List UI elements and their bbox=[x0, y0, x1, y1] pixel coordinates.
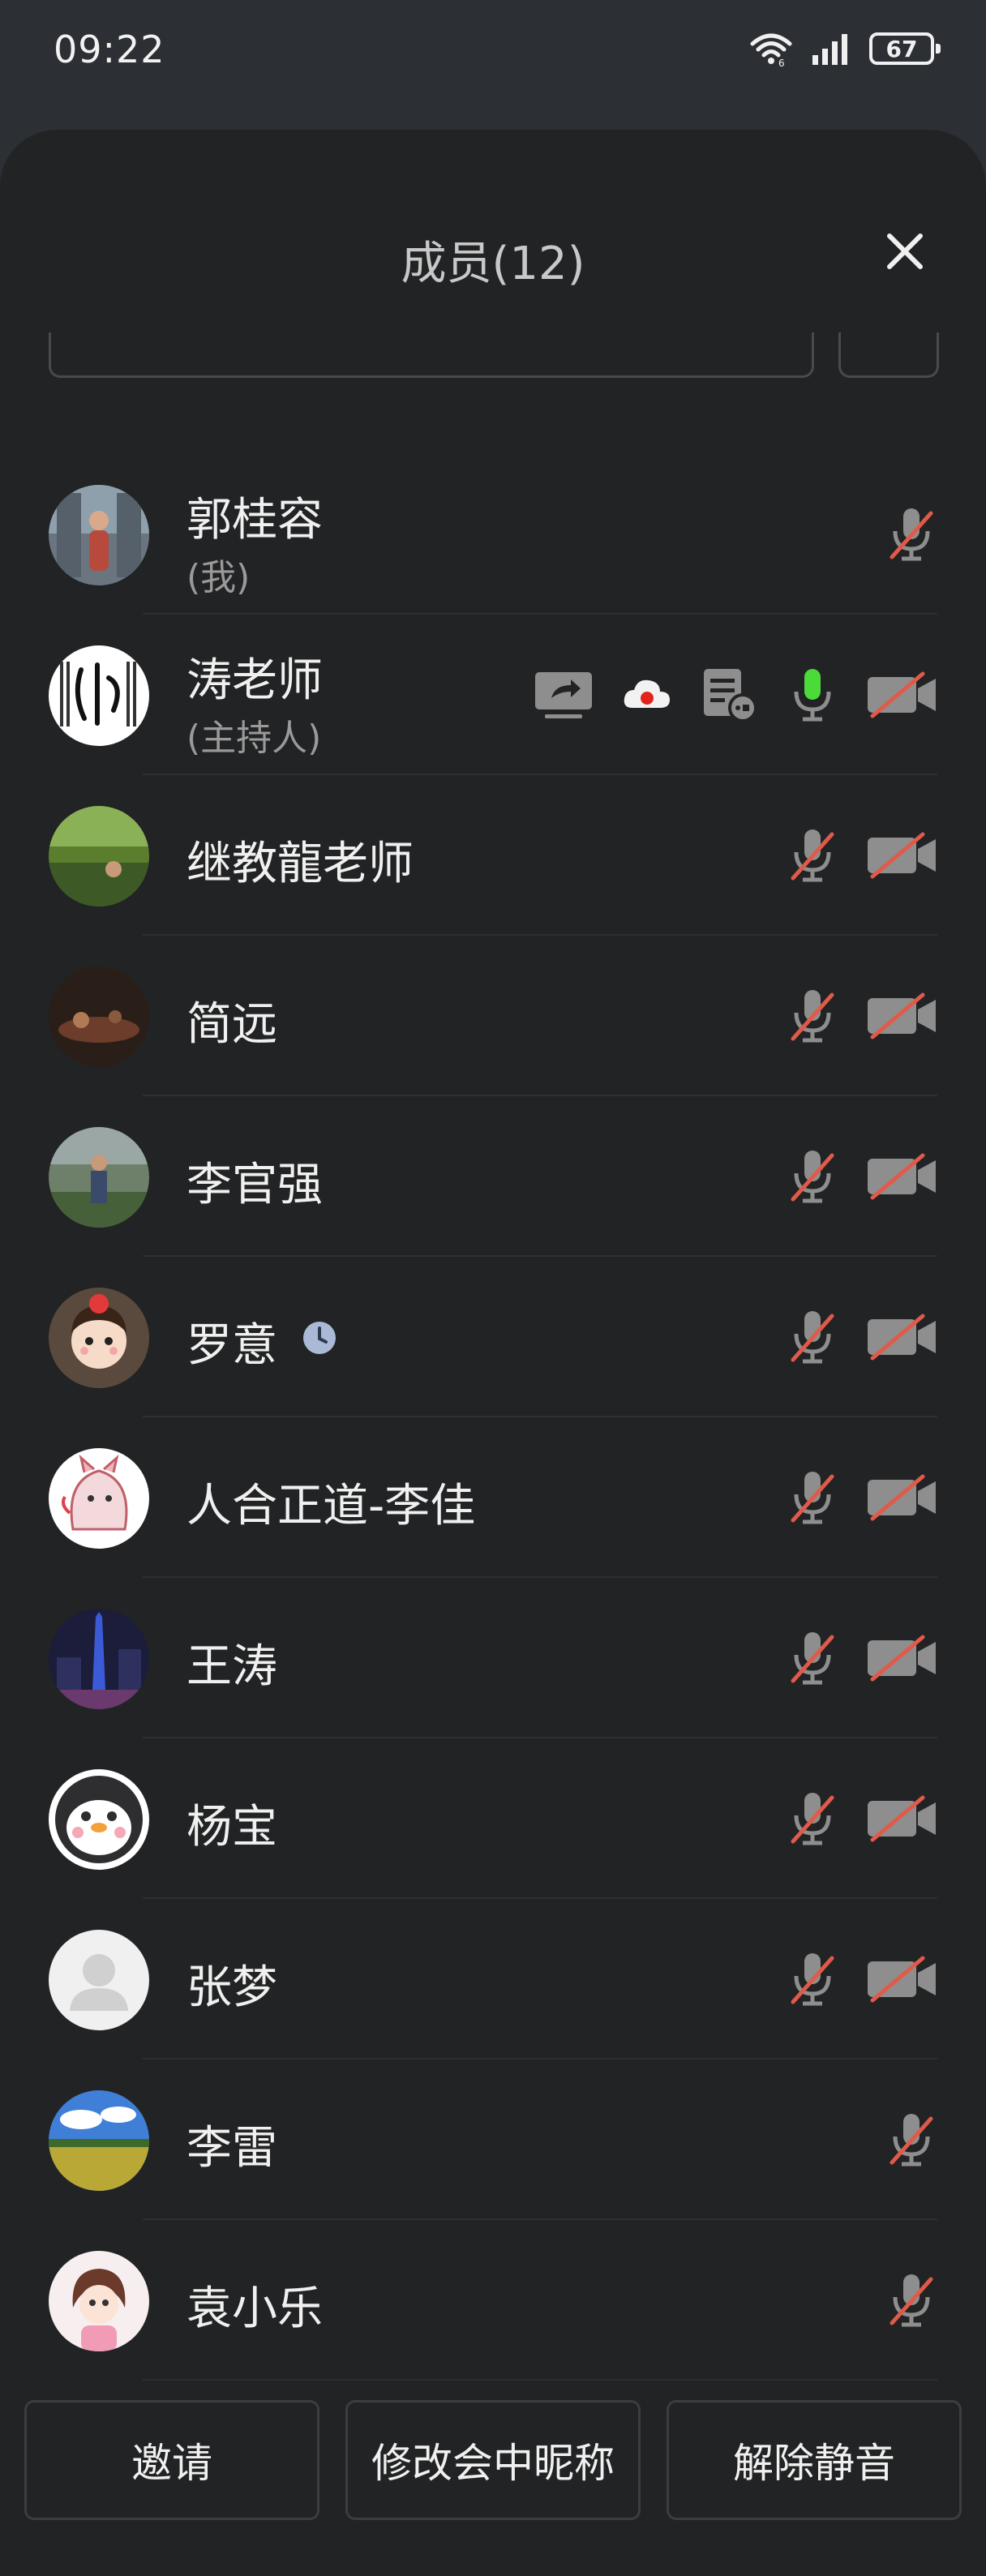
close-button[interactable] bbox=[872, 219, 937, 284]
unmute-button[interactable]: 解除静音 bbox=[667, 2400, 962, 2520]
member-controls bbox=[787, 1578, 937, 1738]
avatar bbox=[49, 1769, 149, 1870]
camera-off-icon[interactable] bbox=[866, 1152, 937, 1201]
avatar bbox=[49, 1609, 149, 1709]
member-row[interactable]: 李官强 bbox=[0, 1096, 986, 1257]
mic-muted-icon[interactable] bbox=[787, 1308, 838, 1366]
status-time: 09:22 bbox=[54, 28, 165, 71]
mic-muted-icon[interactable] bbox=[787, 1950, 838, 2008]
member-controls bbox=[787, 775, 937, 936]
screen-share-icon[interactable] bbox=[534, 669, 594, 721]
member-controls bbox=[534, 615, 937, 775]
member-controls bbox=[787, 1257, 937, 1417]
battery-icon: 67 bbox=[869, 32, 941, 65]
mic-muted-icon[interactable] bbox=[787, 1789, 838, 1848]
member-name: 李雷 bbox=[186, 2122, 277, 2175]
mic-muted-icon[interactable] bbox=[787, 1147, 838, 1206]
avatar bbox=[49, 1127, 149, 1228]
member-row[interactable]: 张梦 bbox=[0, 1899, 986, 2060]
rename-button[interactable]: 修改会中昵称 bbox=[345, 2400, 641, 2520]
mic-muted-icon[interactable] bbox=[787, 1629, 838, 1687]
svg-text:6: 6 bbox=[778, 58, 785, 66]
member-controls bbox=[787, 936, 937, 1096]
avatar bbox=[49, 1930, 149, 2030]
avatar bbox=[49, 485, 149, 585]
member-name: 王涛 bbox=[186, 1640, 277, 1693]
member-controls bbox=[885, 454, 937, 615]
member-row[interactable]: 简远 bbox=[0, 936, 986, 1096]
avatar bbox=[49, 1448, 149, 1549]
member-controls bbox=[787, 1096, 937, 1257]
camera-off-icon[interactable] bbox=[866, 671, 937, 719]
member-row[interactable]: 杨宝 bbox=[0, 1738, 986, 1899]
member-row[interactable]: 李雷 bbox=[0, 2060, 986, 2220]
signal-icon bbox=[812, 34, 847, 65]
member-name: 张梦 bbox=[186, 1961, 277, 2014]
avatar bbox=[49, 967, 149, 1067]
bottom-action-bar: 邀请 修改会中昵称 解除静音 bbox=[0, 2400, 986, 2576]
member-name: 罗意 bbox=[186, 1319, 277, 1372]
avatar bbox=[49, 2090, 149, 2191]
document-icon[interactable] bbox=[701, 667, 759, 722]
search-input[interactable] bbox=[49, 332, 814, 378]
avatar bbox=[49, 645, 149, 746]
row-divider bbox=[143, 2379, 937, 2381]
filter-button[interactable] bbox=[838, 332, 939, 378]
member-name: 简远 bbox=[186, 998, 277, 1051]
member-name: 郭桂容 bbox=[186, 494, 323, 546]
invite-button[interactable]: 邀请 bbox=[24, 2400, 319, 2520]
camera-off-icon[interactable] bbox=[866, 1634, 937, 1682]
avatar bbox=[49, 2251, 149, 2351]
member-controls bbox=[787, 1899, 937, 2060]
member-name: 人合正道-李佳 bbox=[186, 1480, 476, 1532]
member-controls bbox=[787, 1417, 937, 1578]
close-icon bbox=[887, 234, 923, 269]
clock-icon bbox=[303, 1322, 336, 1354]
member-controls bbox=[885, 2220, 937, 2381]
mic-muted-icon[interactable] bbox=[885, 2111, 937, 2169]
avatar bbox=[49, 806, 149, 907]
mic-muted-icon[interactable] bbox=[787, 1468, 838, 1527]
member-row[interactable]: 袁小乐 bbox=[0, 2220, 986, 2381]
member-name: 袁小乐 bbox=[186, 2282, 323, 2335]
member-row[interactable]: 罗意 bbox=[0, 1257, 986, 1417]
mic-active-icon[interactable] bbox=[787, 666, 838, 724]
member-role: (我) bbox=[186, 557, 251, 598]
camera-off-icon[interactable] bbox=[866, 1955, 937, 2004]
member-row[interactable]: 郭桂容 (我) bbox=[0, 454, 986, 615]
camera-off-icon[interactable] bbox=[866, 1473, 937, 1522]
member-row[interactable]: 继教龍老师 bbox=[0, 775, 986, 936]
member-controls bbox=[787, 1738, 937, 1899]
mic-muted-icon[interactable] bbox=[885, 2271, 937, 2330]
member-row[interactable]: 涛老师 (主持人) bbox=[0, 615, 986, 775]
camera-off-icon[interactable] bbox=[866, 1794, 937, 1843]
members-panel: 成员(12) 郭桂容 (我) 涛老师 (主持人) 继教龍老师 简远 李官强 罗意… bbox=[0, 130, 986, 2576]
member-name: 李官强 bbox=[186, 1159, 323, 1211]
mic-muted-icon[interactable] bbox=[885, 505, 937, 564]
member-row[interactable]: 王涛 bbox=[0, 1578, 986, 1738]
member-role: (主持人) bbox=[186, 718, 322, 759]
camera-off-icon[interactable] bbox=[866, 1313, 937, 1361]
panel-title: 成员(12) bbox=[401, 238, 585, 290]
system-icons: 6 67 bbox=[749, 26, 941, 71]
cloud-record-icon[interactable] bbox=[621, 675, 673, 714]
battery-level: 67 bbox=[885, 35, 918, 62]
camera-off-icon[interactable] bbox=[866, 992, 937, 1040]
member-controls bbox=[885, 2060, 937, 2220]
avatar bbox=[49, 1288, 149, 1388]
member-name: 继教龍老师 bbox=[186, 838, 414, 890]
member-name: 杨宝 bbox=[186, 1801, 277, 1854]
member-row[interactable]: 人合正道-李佳 bbox=[0, 1417, 986, 1578]
camera-off-icon[interactable] bbox=[866, 831, 937, 880]
wifi-icon: 6 bbox=[750, 33, 792, 66]
mic-muted-icon[interactable] bbox=[787, 826, 838, 885]
member-list: 郭桂容 (我) 涛老师 (主持人) 继教龍老师 简远 李官强 罗意 人合正道-李… bbox=[0, 454, 986, 2381]
mic-muted-icon[interactable] bbox=[787, 987, 838, 1045]
member-name: 涛老师 bbox=[186, 654, 323, 707]
status-bar: 09:22 6 67 bbox=[0, 0, 986, 105]
